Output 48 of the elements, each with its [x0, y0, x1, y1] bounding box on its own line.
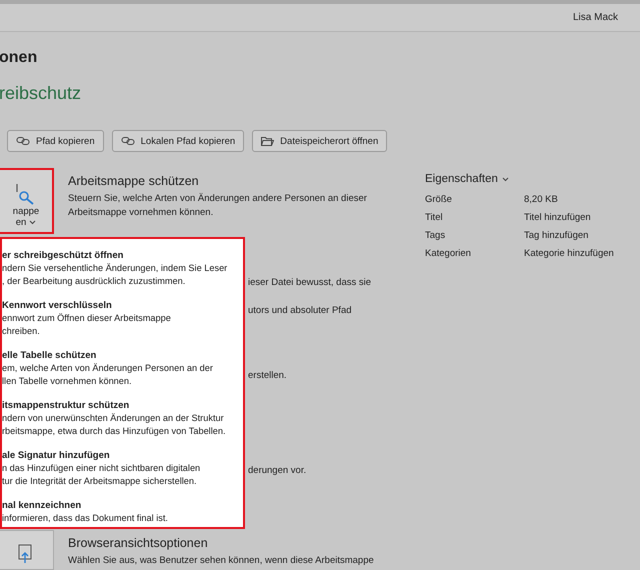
menu-item-description: tur die Integrität der Arbeitsmappe sicherstellen. [2, 475, 198, 488]
caret-icon [502, 176, 509, 182]
link-icon [120, 136, 135, 146]
property-label: Kategorien [425, 247, 472, 261]
page-title: onen [0, 48, 38, 68]
menu-item-title[interactable]: ale Signatur hinzufügen [2, 449, 239, 462]
menu-item-description: chreiben. [2, 325, 41, 338]
property-value[interactable]: Kategorie hinzufügen [524, 245, 614, 263]
properties-header[interactable]: Eigenschaften [425, 173, 614, 185]
menu-item-description: informieren, dass das Dokument final ist. [2, 512, 169, 525]
menu-item-description: em, welche Arten von Änderungen Personen an der [2, 362, 214, 375]
covered-text: erstellen. [248, 369, 288, 383]
property-value[interactable]: Titel hinzufügen [524, 209, 614, 227]
section-title: Arbeitsmappe schützen [68, 174, 200, 189]
property-label: Titel [425, 211, 444, 225]
user-name[interactable]: Lisa Mack [572, 12, 618, 23]
menu-item-title[interactable]: nal kennzeichnen [2, 499, 239, 512]
menu-item-title[interactable]: elle Tabelle schützen [2, 349, 239, 362]
file-status: reibschutz [0, 82, 82, 104]
covered-text: utors und absoluter Pfad [248, 304, 353, 318]
menu-item-description: ennwort zum Öffnen dieser Arbeitsmappe [2, 312, 172, 325]
folder-icon [261, 136, 274, 146]
covered-text: ieser Datei bewusst, dass sie [248, 276, 372, 290]
section-description: Steuern Sie, welche Arten von Änderungen andere Personen an dieser Arbeitsmappe vornehmen können. [68, 192, 368, 220]
section-title: Browseransichtsoptionen [68, 536, 209, 551]
path-button[interactable]: Dateispeicherort öffnen [252, 130, 388, 152]
section-description: Wählen Sie aus, was Benutzer sehen können, wenn diese Arbeitsmappe [68, 554, 374, 568]
menu-item-title[interactable]: itsmappenstruktur schützen [2, 399, 239, 412]
properties-title[interactable]: Eigenschaften [425, 173, 498, 185]
menu-item-title[interactable]: er schreibgeschützt öffnen [2, 249, 239, 262]
path-button[interactable]: Pfad kopieren [7, 130, 104, 152]
covered-text: derungen vor. [248, 464, 308, 478]
path-button[interactable]: Lokalen Pfad kopieren [112, 130, 244, 152]
menu-item-description: llen Tabelle vornehmen können. [2, 375, 133, 388]
browser-view-button[interactable] [0, 530, 54, 570]
property-label: Größe [425, 193, 453, 207]
menu-item-title[interactable]: Kennwort verschlüsseln [2, 299, 239, 312]
menu-item-description: ndern von unerwünschten Änderungen an der Struktur [2, 412, 225, 425]
caret-icon [29, 220, 36, 225]
protect-workbook-button[interactable]: nappe en [0, 168, 54, 234]
property-value[interactable]: Tag hinzufügen [524, 227, 614, 245]
link-icon [16, 136, 30, 146]
property-label: Tags [425, 229, 446, 243]
menu-item-description: , der Bearbeitung ausdrücklich zuzustimmen. [2, 275, 186, 288]
menu-item-description: rbeitsmappe, etwa durch das Hinzufügen von Tabellen. [2, 425, 227, 438]
menu-item-description: n das Hinzufügen einer nicht sichtbaren digitalen [2, 462, 202, 475]
menu-item-description: ndern Sie versehentliche Änderungen, indem Sie Leser [2, 262, 228, 275]
property-value[interactable]: 8,20 KB [524, 191, 614, 209]
